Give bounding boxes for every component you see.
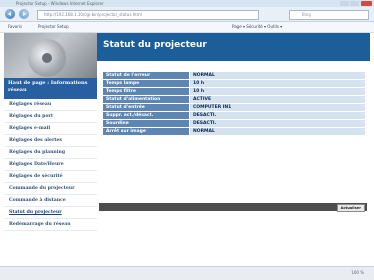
status-key: Statut d'entrée: [102, 103, 190, 112]
sidebar-item-label: Redémarrage du réseau: [9, 222, 71, 227]
tab-projector-setup[interactable]: Projector Setup: [38, 22, 69, 32]
sidebar-item-schedule-settings[interactable]: Réglages du planning: [4, 147, 97, 159]
lens-graphic: [28, 39, 66, 77]
table-row: Sourdine DESACTI.: [102, 119, 366, 128]
status-value: NORMAL: [189, 71, 366, 80]
status-key: Sourdine: [102, 119, 190, 128]
action-bar: Actualiser: [99, 203, 367, 212]
table-row: Temps filtre 10 h: [102, 87, 366, 96]
page-content: Statut du projecteur Haut de page : Info…: [4, 33, 370, 264]
sidebar-top-label: Haut de page : Informations réseau: [8, 80, 88, 93]
back-icon[interactable]: [5, 9, 15, 19]
refresh-button[interactable]: Actualiser: [336, 204, 365, 212]
browser-status-bar: 100 %: [0, 266, 374, 280]
sidebar-item-label: Réglages e-mail: [9, 126, 51, 131]
sidebar-item-network-restart[interactable]: Redémarrage du réseau: [4, 219, 97, 231]
status-value: 10 h: [189, 87, 366, 96]
sidebar-item-security-settings[interactable]: Réglages de sécurité: [4, 171, 97, 183]
sidebar-item-remote-control[interactable]: Commande à distance: [4, 195, 97, 207]
sidebar-item-label: Réglages de sécurité: [9, 174, 63, 179]
table-row: Statut de l'erreur NORMAL: [102, 71, 366, 80]
status-value: 10 h: [189, 79, 366, 88]
status-key: Arrêt sur image: [102, 127, 190, 136]
sidebar-item-label: Commande à distance: [9, 198, 66, 203]
forward-icon[interactable]: [19, 9, 29, 19]
address-bar[interactable]: http://192.168.1.10/cgi-bin/projector_st…: [37, 10, 259, 20]
table-row: Statut d'entrée COMPUTER IN1: [102, 103, 366, 112]
address-text: http://192.168.1.10/cgi-bin/projector_st…: [44, 12, 142, 17]
sidebar-item-alert-settings[interactable]: Réglages des alertes: [4, 135, 97, 147]
page-header: Statut du projecteur: [97, 33, 370, 61]
search-input[interactable]: Bing: [289, 10, 369, 20]
table-row: Statut d'alimentation ACTIVE: [102, 95, 366, 104]
sidebar-item-datetime-settings[interactable]: Réglages Date/Heure: [4, 159, 97, 171]
favorites-button[interactable]: Favoris: [8, 22, 22, 32]
sidebar-item-label: Réglages des alertes: [9, 138, 63, 143]
address-row: http://192.168.1.10/cgi-bin/projector_st…: [0, 7, 374, 22]
title-bar: Projector Setup - Windows Internet Explo…: [0, 0, 374, 7]
command-bar[interactable]: Page ▾ Sécurité ▾ Outils ▾: [232, 22, 282, 32]
table-row: Suppr. act./désact. DESACTI.: [102, 111, 366, 120]
sidebar-top-link[interactable]: Haut de page : Informations réseau: [4, 78, 97, 99]
sidebar-item-email-settings[interactable]: Réglages e-mail: [4, 123, 97, 135]
sidebar-item-label: Réglages Date/Heure: [9, 162, 64, 167]
status-key: Temps lampe: [102, 79, 190, 88]
sidebar-item-projector-status[interactable]: Statut du projecteur: [4, 207, 97, 219]
status-key: Statut d'alimentation: [102, 95, 190, 104]
sidebar-item-label: Commande du projecteur: [9, 186, 75, 191]
sidebar-item-label: Réglages réseau: [9, 102, 52, 107]
zoom-level[interactable]: 100 %: [351, 270, 364, 275]
page-title: Statut du projecteur: [103, 40, 207, 50]
sidebar-item-network-settings[interactable]: Réglages réseau: [4, 99, 97, 111]
sidebar-item-port-settings[interactable]: Réglages du port: [4, 111, 97, 123]
status-key: Statut de l'erreur: [102, 71, 190, 80]
status-value: COMPUTER IN1: [189, 103, 366, 112]
projector-logo: [4, 33, 97, 78]
status-key: Suppr. act./désact.: [102, 111, 190, 120]
window-title: Projector Setup - Windows Internet Explo…: [16, 1, 104, 6]
status-value: DESACTI.: [189, 119, 366, 128]
status-value: ACTIVE: [189, 95, 366, 104]
status-value: NORMAL: [189, 127, 366, 136]
status-key: Temps filtre: [102, 87, 190, 96]
search-placeholder: Bing: [302, 12, 311, 17]
sidebar-item-projector-control[interactable]: Commande du projecteur: [4, 183, 97, 195]
status-value: DESACTI.: [189, 111, 366, 120]
browser-window: Projector Setup - Windows Internet Explo…: [0, 0, 374, 280]
favorites-bar: Favoris Projector Setup Page ▾ Sécurité …: [0, 22, 374, 33]
sidebar-item-label: Réglages du planning: [9, 150, 66, 155]
close-icon[interactable]: [361, 1, 372, 6]
table-row: Temps lampe 10 h: [102, 79, 366, 88]
sidebar-item-label: Statut du projecteur: [9, 210, 62, 215]
status-content: Statut de l'erreur NORMAL Temps lampe 10 h…: [97, 61, 370, 264]
maximize-icon[interactable]: [350, 1, 359, 6]
status-table: Statut de l'erreur NORMAL Temps lampe 10 h…: [102, 71, 366, 136]
sidebar-item-label: Réglages du port: [9, 114, 53, 119]
sidebar: Haut de page : Informations réseau Régla…: [4, 78, 98, 264]
minimize-icon[interactable]: [340, 1, 349, 6]
table-row: Arrêt sur image NORMAL: [102, 127, 366, 136]
